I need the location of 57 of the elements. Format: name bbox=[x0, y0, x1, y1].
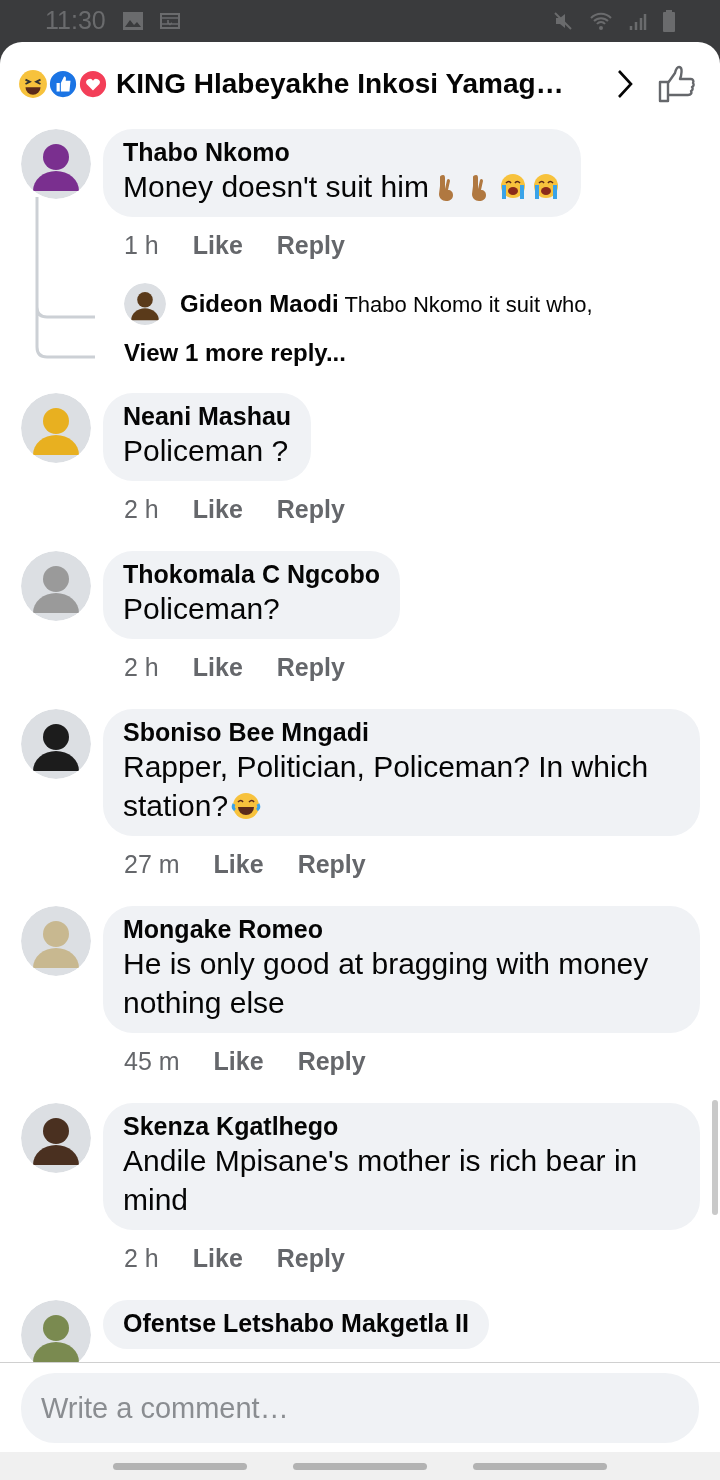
like-link[interactable]: Like bbox=[192, 1238, 243, 1278]
author-name[interactable]: Thokomala C Ngcobo bbox=[123, 559, 380, 589]
reply-link[interactable]: Reply bbox=[276, 489, 345, 529]
author-name[interactable]: Mongake Romeo bbox=[123, 914, 680, 944]
mute-icon bbox=[553, 11, 573, 31]
nav-bar-handle[interactable] bbox=[473, 1462, 607, 1470]
like-link[interactable]: Like bbox=[213, 844, 264, 884]
nav-bar-handle[interactable] bbox=[113, 1462, 247, 1470]
scrollbar-thumb[interactable] bbox=[712, 1100, 718, 1215]
like-link[interactable]: Like bbox=[213, 1041, 264, 1081]
love-reaction-icon bbox=[78, 68, 108, 99]
comment-time: 1 h bbox=[124, 230, 159, 261]
thumbs-up-icon bbox=[658, 64, 696, 103]
comment-time: 45 m bbox=[124, 1046, 180, 1077]
like-reaction-icon bbox=[48, 68, 78, 99]
laughing-face-emoji bbox=[231, 791, 262, 821]
image-icon bbox=[121, 11, 144, 31]
comment-text: Rapper, Politician, Policeman? In which station? bbox=[123, 749, 650, 824]
comment-text: Policeman ? bbox=[123, 433, 290, 469]
avatar[interactable] bbox=[21, 709, 91, 779]
reply-link[interactable]: Reply bbox=[276, 647, 345, 687]
comment-time: 27 m bbox=[124, 849, 180, 880]
reply-link[interactable]: Reply bbox=[276, 1238, 345, 1278]
reply-link[interactable]: Reply bbox=[297, 844, 366, 884]
comment-text: Policeman? bbox=[123, 591, 281, 627]
haha-reaction-icon bbox=[18, 68, 48, 99]
author-name[interactable]: Sboniso Bee Mngadi bbox=[123, 717, 680, 747]
reply-link[interactable]: Reply bbox=[276, 225, 345, 265]
comment-time: 2 h bbox=[124, 1243, 159, 1274]
comment-time: 2 h bbox=[124, 494, 159, 525]
like-link[interactable]: Like bbox=[192, 489, 243, 529]
like-link[interactable]: Like bbox=[192, 225, 243, 265]
next-button[interactable] bbox=[616, 68, 634, 99]
comment-field[interactable]: Write a comment… bbox=[21, 1373, 699, 1443]
wifi-icon bbox=[589, 11, 613, 31]
like-button[interactable] bbox=[658, 64, 696, 103]
author-name[interactable]: Neani Mashau bbox=[123, 401, 292, 431]
author-name[interactable]: Ofentse Letshabo Makgetla II bbox=[123, 1308, 469, 1338]
avatar[interactable] bbox=[21, 1103, 91, 1173]
comment-text: He is only good at bragging with money nothing else bbox=[123, 946, 650, 1021]
film-icon bbox=[159, 13, 180, 29]
author-name[interactable]: Skenza Kgatlhego bbox=[123, 1111, 680, 1141]
avatar[interactable] bbox=[124, 283, 166, 325]
view-more-replies-link[interactable]: View 1 more reply... bbox=[124, 335, 346, 371]
chevron-icon bbox=[616, 68, 634, 99]
comment-text: Money doesn't suit him bbox=[123, 167, 561, 206]
battery-icon bbox=[663, 10, 675, 32]
signal-icon bbox=[629, 11, 647, 31]
reply-link[interactable]: Reply bbox=[297, 1041, 366, 1081]
avatar[interactable] bbox=[21, 129, 91, 199]
reply-text: Gideon Maodi Thabo Nkomo it suit who, bbox=[180, 289, 593, 319]
like-link[interactable]: Like bbox=[192, 647, 243, 687]
comment-time: 2 h bbox=[124, 652, 159, 683]
post-title: KING Hlabeyakhe Inkosi Yamag… bbox=[116, 66, 564, 101]
comment-text: Andile Mpisane's mother is rich bear in mind bbox=[123, 1143, 639, 1218]
nav-bar-handle[interactable] bbox=[293, 1462, 427, 1470]
author-name[interactable]: Thabo Nkomo bbox=[123, 137, 561, 167]
